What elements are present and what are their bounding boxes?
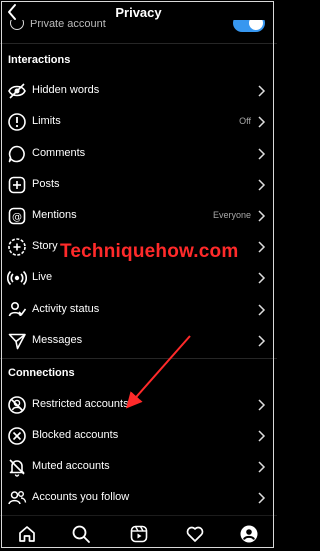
- row-accounts-you-follow[interactable]: Accounts you follow: [0, 484, 277, 512]
- section-header-interactions: Interactions: [8, 54, 71, 66]
- private-account-label: Private account: [30, 20, 106, 30]
- toggle-knob: [249, 20, 263, 30]
- row-comments[interactable]: Comments: [0, 140, 277, 168]
- search-icon[interactable]: [71, 524, 91, 544]
- blocked-icon: [8, 427, 26, 445]
- row-live[interactable]: Live: [0, 264, 277, 292]
- chevron-right-icon: [258, 241, 266, 253]
- row-restricted-accounts[interactable]: Restricted accounts: [0, 391, 277, 419]
- row-label: Posts: [32, 178, 60, 190]
- row-value: Off: [239, 116, 251, 126]
- at-sign-icon: @: [8, 207, 26, 225]
- row-label: Muted accounts: [32, 460, 110, 472]
- reels-icon[interactable]: [129, 524, 149, 544]
- private-account-row[interactable]: Private account: [0, 20, 277, 38]
- lock-icon: [10, 20, 24, 30]
- row-blocked-accounts[interactable]: Blocked accounts: [0, 422, 277, 450]
- page-title: Privacy: [115, 5, 162, 20]
- row-activity-status[interactable]: Activity status: [0, 296, 277, 324]
- send-icon: [8, 333, 26, 350]
- row-label: Messages: [32, 334, 83, 346]
- chevron-right-icon: [258, 179, 266, 191]
- row-label: Mentions: [32, 209, 77, 221]
- row-label: Activity status: [32, 303, 100, 315]
- chevron-right-icon: [258, 85, 266, 97]
- divider: [0, 43, 277, 44]
- row-label: Story: [32, 240, 58, 252]
- row-mentions[interactable]: @ Mentions Everyone: [0, 202, 277, 230]
- heart-icon[interactable]: [185, 524, 205, 544]
- row-posts[interactable]: Posts: [0, 171, 277, 199]
- live-icon: [7, 270, 27, 286]
- row-messages[interactable]: Messages: [0, 327, 277, 355]
- row-limits[interactable]: Limits Off: [0, 108, 277, 136]
- chevron-right-icon: [258, 335, 266, 347]
- chevron-right-icon: [258, 492, 266, 504]
- people-icon: [8, 491, 27, 505]
- chevron-right-icon: [258, 116, 266, 128]
- chevron-right-icon: [258, 399, 266, 411]
- alert-circle-icon: [8, 113, 26, 131]
- row-muted-accounts[interactable]: Muted accounts: [0, 453, 277, 481]
- eye-off-icon: [8, 83, 26, 99]
- row-label: Comments: [32, 147, 86, 159]
- chevron-right-icon: [258, 461, 266, 473]
- row-label: Restricted accounts: [32, 398, 129, 410]
- row-label: Limits: [32, 115, 61, 127]
- chevron-right-icon: [258, 430, 266, 442]
- private-account-toggle[interactable]: [233, 20, 265, 32]
- chevron-right-icon: [258, 272, 266, 284]
- profile-icon[interactable]: [239, 524, 259, 544]
- story-add-icon: [8, 238, 26, 256]
- comment-icon: [8, 145, 25, 163]
- bell-off-icon: [9, 459, 25, 477]
- chevron-right-icon: [258, 210, 266, 222]
- row-label: Live: [32, 271, 53, 283]
- watermark: Techniquehow.com: [60, 241, 239, 262]
- section-header-connections: Connections: [8, 367, 75, 379]
- activity-status-icon: [8, 301, 27, 317]
- home-icon[interactable]: [17, 524, 37, 544]
- divider: [0, 358, 277, 359]
- svg-text:@: @: [12, 212, 22, 223]
- row-hidden-words[interactable]: Hidden words: [0, 77, 277, 105]
- restricted-icon: [8, 396, 26, 414]
- row-label: Blocked accounts: [32, 429, 119, 441]
- chevron-right-icon: [258, 148, 266, 160]
- bottom-navigation: [0, 515, 277, 551]
- row-label: Hidden words: [32, 84, 100, 96]
- row-label: Accounts you follow: [32, 491, 130, 503]
- chevron-right-icon: [258, 304, 266, 316]
- plus-square-icon: [8, 176, 26, 194]
- row-value: Everyone: [212, 210, 251, 220]
